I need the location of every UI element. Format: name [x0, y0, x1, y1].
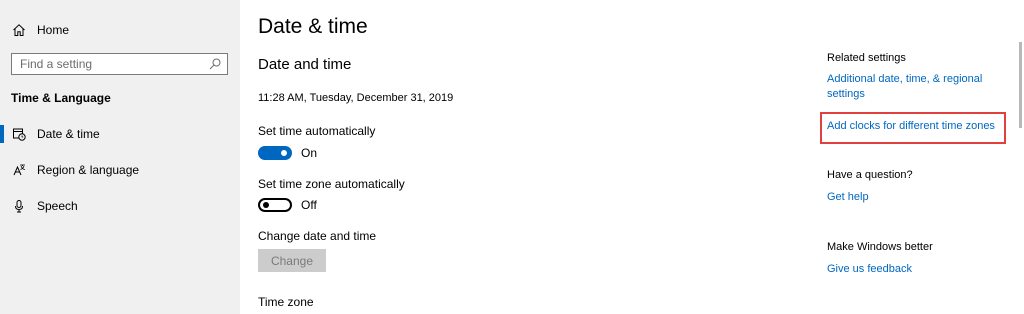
current-datetime: 11:28 AM, Tuesday, December 31, 2019	[258, 92, 454, 104]
home-nav-item[interactable]: Home	[12, 20, 69, 40]
set-time-auto-label: Set time automatically	[258, 124, 376, 138]
search-input[interactable]: Find a setting	[11, 53, 228, 75]
related-settings-heading: Related settings	[827, 52, 906, 64]
main-content: Date & time Date and time 11:28 AM, Tues…	[240, 0, 1024, 314]
sidebar-item-speech[interactable]: Speech	[0, 193, 240, 219]
change-datetime-label: Change date and time	[258, 229, 377, 243]
set-timezone-auto-state: Off	[301, 198, 317, 212]
set-time-auto-state: On	[301, 146, 318, 160]
sidebar: Home Find a setting Time & Language Date…	[0, 0, 240, 314]
sidebar-item-date-time[interactable]: Date & time	[0, 121, 240, 147]
scrollbar-thumb[interactable]	[1019, 42, 1022, 128]
additional-settings-link-line1: Additional date, time, & regional	[827, 73, 983, 85]
sidebar-item-label: Date & time	[37, 127, 100, 141]
language-icon	[12, 163, 26, 177]
additional-settings-link[interactable]: Additional date, time, & regional settin…	[827, 72, 982, 102]
clock-calendar-icon	[12, 127, 26, 141]
additional-settings-link-line2: settings	[827, 88, 865, 100]
home-label: Home	[37, 23, 70, 37]
section-title: Time & Language	[11, 91, 111, 105]
set-timezone-auto-toggle-row[interactable]: Off	[258, 198, 317, 212]
time-zone-label: Time zone	[258, 295, 314, 309]
set-timezone-auto-label: Set time zone automatically	[258, 177, 405, 191]
add-clocks-link[interactable]: Add clocks for different time zones	[827, 119, 995, 134]
sidebar-item-label: Speech	[37, 199, 78, 213]
get-help-link[interactable]: Get help	[827, 190, 869, 205]
home-icon	[12, 23, 26, 37]
question-heading: Have a question?	[827, 169, 913, 181]
search-icon[interactable]	[209, 58, 221, 70]
give-feedback-link[interactable]: Give us feedback	[827, 262, 912, 277]
section-subtitle: Date and time	[258, 56, 352, 73]
set-time-auto-toggle-row[interactable]: On	[258, 146, 317, 160]
set-timezone-auto-toggle[interactable]	[258, 198, 292, 212]
sidebar-item-label: Region & language	[37, 163, 140, 177]
make-windows-better-heading: Make Windows better	[827, 241, 933, 253]
page-title: Date & time	[258, 15, 368, 38]
microphone-icon	[12, 199, 26, 213]
set-time-auto-toggle[interactable]	[258, 146, 292, 160]
change-button[interactable]: Change	[258, 249, 326, 272]
search-placeholder: Find a setting	[20, 57, 93, 71]
sidebar-item-region-language[interactable]: Region & language	[0, 157, 240, 183]
